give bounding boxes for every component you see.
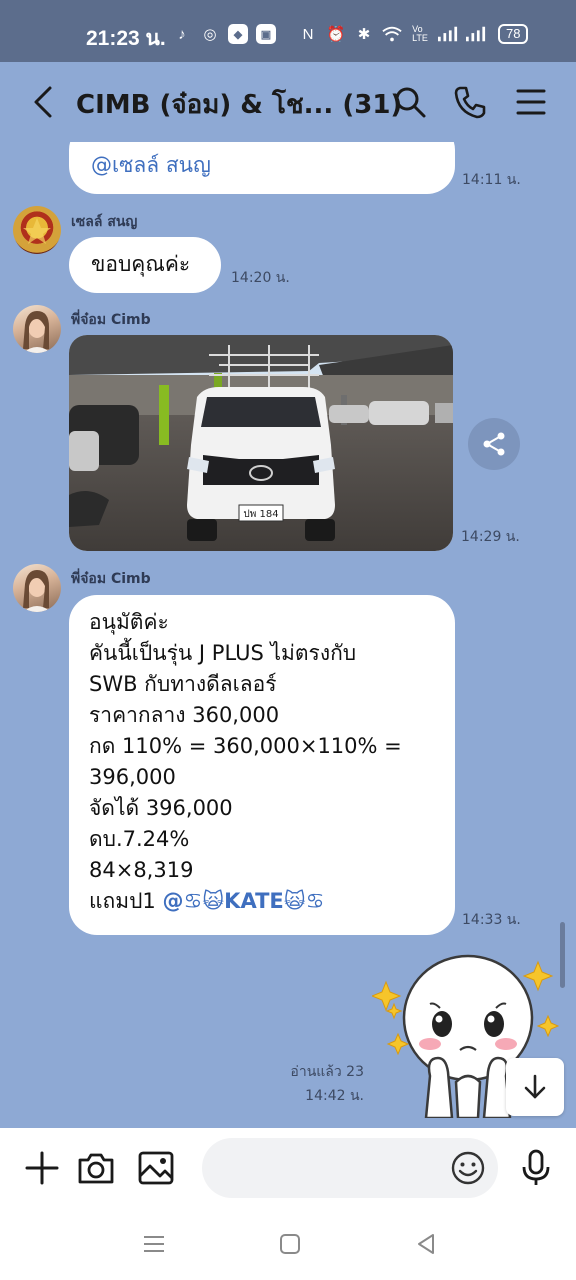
search-icon	[395, 87, 426, 118]
message-time: 14:42 น.	[305, 1088, 364, 1104]
message-time: 14:29 น.	[461, 529, 520, 545]
gallery-button[interactable]	[136, 1148, 176, 1188]
signal-2-icon	[466, 24, 486, 44]
app-notification-icon: ◆	[228, 24, 248, 44]
profile-photo-icon	[23, 311, 51, 353]
battery-icon: 78	[498, 24, 529, 44]
scroll-to-bottom-button[interactable]	[506, 1058, 564, 1116]
car-photo-image: ปพ 184	[69, 335, 453, 551]
shopping-app-icon: ▣	[256, 24, 276, 44]
avatar[interactable]	[13, 206, 61, 254]
message-input-bar	[0, 1128, 576, 1208]
message-line: กด 110% = 360,000×110% =	[89, 734, 402, 758]
recent-apps-icon	[144, 1236, 164, 1252]
mention-text[interactable]: @♋🙀KATE🙀♋	[162, 889, 324, 913]
sender-name: เซลล์ สนญ	[71, 214, 138, 230]
read-count: อ่านแล้ว 23	[290, 1064, 364, 1080]
chat-header: CIMB (จ๋อม) & โช... (31)	[0, 62, 576, 142]
message-line: ดบ.7.24%	[89, 827, 190, 851]
arrow-down-icon	[524, 1074, 546, 1099]
message-line: อนุมัติค่ะ	[89, 610, 169, 634]
sender-name: พี่จ๋อม Cimb	[71, 571, 151, 587]
read-receipt: อ่านแล้ว 23 14:42 น.	[250, 1060, 364, 1108]
tiktok-icon: ♪	[178, 25, 186, 43]
back-triangle-icon	[418, 1234, 434, 1254]
message-line: จัดได้ 396,000	[89, 796, 233, 820]
bluetooth-icon: ✱	[357, 26, 371, 43]
mention-text[interactable]: @เซลล์ สนญ	[91, 153, 211, 177]
smiley-icon	[451, 1151, 485, 1185]
camera-icon	[78, 1153, 114, 1184]
emblem-icon	[23, 218, 51, 244]
status-time: 21:23 น.	[86, 27, 166, 50]
signal-icon	[438, 24, 458, 44]
system-navigation-bar	[0, 1208, 576, 1280]
message-bubble[interactable]: อนุมัติค่ะ คันนี้เป็นรุ่น J PLUS ไม่ตรงก…	[69, 595, 455, 935]
message-text: ขอบคุณค่ะ	[91, 252, 191, 276]
message-line: 396,000	[89, 765, 176, 789]
message-line: ราคากลาง 360,000	[89, 703, 280, 727]
message-line-prefix: แถมป1	[89, 889, 163, 913]
message-bubble[interactable]: @เซลล์ สนญ	[69, 142, 455, 194]
image-icon	[138, 1151, 174, 1185]
message-time: 14:20 น.	[231, 270, 290, 286]
hamburger-menu-icon	[516, 89, 546, 115]
call-button[interactable]	[450, 82, 490, 122]
camera-button[interactable]	[76, 1148, 116, 1188]
message-line: SWB กับทางดีลเลอร์	[89, 672, 277, 696]
avatar[interactable]	[13, 305, 61, 353]
emoji-button[interactable]	[450, 1150, 486, 1186]
add-button[interactable]	[22, 1148, 62, 1188]
message-time: 14:33 น.	[462, 912, 521, 928]
share-icon	[483, 432, 505, 456]
message-time: 14:11 น.	[462, 172, 521, 188]
status-notification-icons: ♪ ◎ ◆ ▣	[172, 24, 276, 44]
home-square-icon	[280, 1234, 300, 1254]
chat-title[interactable]: CIMB (จ๋อม) & โช... (31)	[76, 84, 402, 125]
wifi-icon	[382, 24, 402, 44]
search-button[interactable]	[390, 82, 430, 122]
scrollbar-thumb[interactable]	[560, 922, 565, 988]
messenger-icon: ◎	[203, 26, 217, 43]
avatar[interactable]	[13, 564, 61, 612]
phone-icon	[454, 86, 486, 119]
plus-icon	[25, 1151, 59, 1185]
back-button[interactable]	[26, 82, 62, 122]
nfc-icon: N	[302, 25, 314, 43]
status-bar: 21:23 น. ♪ ◎ ◆ ▣ N ⏰ ✱ Vo LTE 78	[0, 0, 576, 62]
recent-apps-button[interactable]	[140, 1230, 168, 1258]
chevron-left-icon	[34, 86, 52, 118]
volte-icon: Vo LTE	[412, 24, 428, 43]
message-bubble[interactable]: ขอบคุณค่ะ	[69, 237, 221, 293]
alarm-icon: ⏰	[326, 26, 346, 43]
message-list[interactable]: @เซลล์ สนญ 14:11 น. เซลล์ สนญ ขอบคุณค่ะ …	[0, 142, 576, 1128]
message-line-last: แถมป1 @♋🙀KATE🙀♋	[89, 886, 435, 917]
car-photo[interactable]: ปพ 184	[69, 335, 453, 551]
status-system-icons: N ⏰ ✱ Vo LTE 78	[298, 24, 529, 44]
menu-button[interactable]	[512, 82, 552, 122]
home-button[interactable]	[276, 1230, 304, 1258]
voice-button[interactable]	[516, 1148, 556, 1188]
back-nav-button[interactable]	[412, 1230, 440, 1258]
share-button[interactable]	[468, 418, 520, 470]
sender-name: พี่จ๋อม Cimb	[71, 312, 151, 328]
license-plate: ปพ 184	[243, 509, 278, 520]
profile-photo-icon	[23, 570, 51, 612]
message-line: คันนี้เป็นรุ่น J PLUS ไม่ตรงกับ	[89, 641, 357, 665]
microphone-icon	[522, 1149, 550, 1185]
chat-title-text: CIMB (จ๋อม) & โช...	[76, 90, 334, 120]
message-line: 84×8,319	[89, 858, 194, 882]
